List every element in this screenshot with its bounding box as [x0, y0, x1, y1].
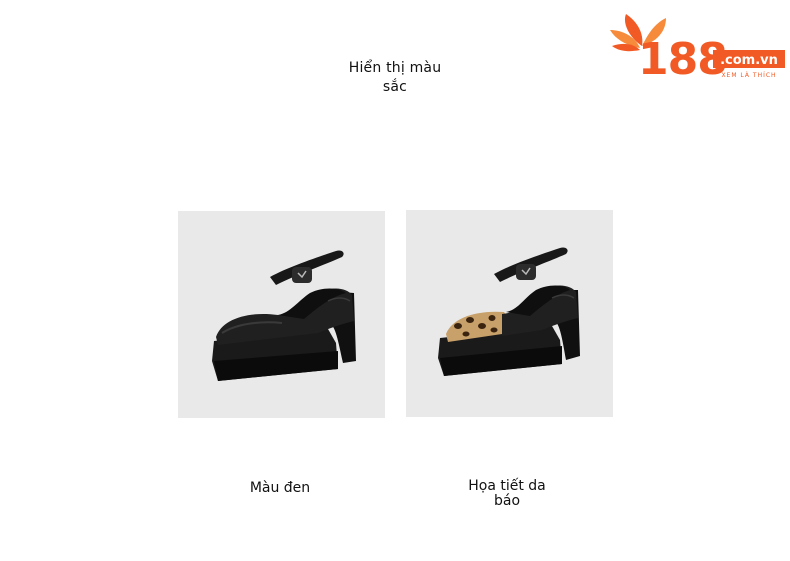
black-shoe-illustration	[212, 250, 356, 381]
caption-black: Màu đen	[249, 480, 311, 496]
page-title: Hiển thị màu sắc	[348, 60, 442, 95]
caption-leopard: Họa tiết da báo	[468, 478, 546, 509]
product-image-black[interactable]	[178, 211, 385, 418]
logo-graphic: 188 .com.vn XEM LÀ THÍCH	[610, 14, 785, 85]
logo-domain: .com.vn	[720, 53, 778, 68]
logo-tagline: XEM LÀ THÍCH	[721, 72, 776, 79]
leopard-shoe-illustration	[438, 247, 580, 376]
product-image-leopard[interactable]	[406, 210, 613, 417]
brand-logo[interactable]: 188 .com.vn XEM LÀ THÍCH	[608, 10, 788, 85]
